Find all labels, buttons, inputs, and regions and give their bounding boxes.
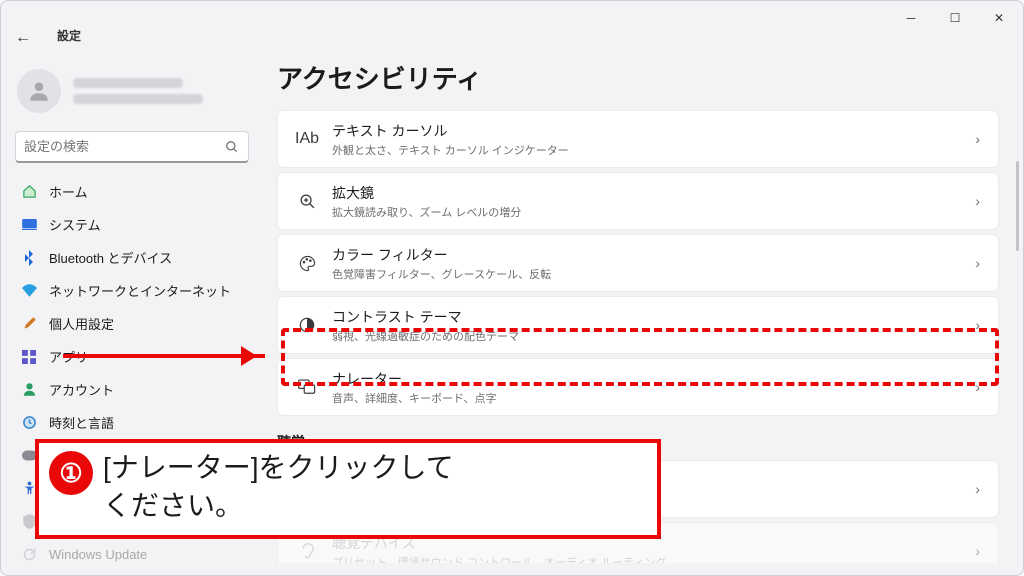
scrollbar[interactable]	[1016, 161, 1019, 251]
user-block[interactable]	[7, 55, 257, 129]
nav-label: Windows Update	[49, 547, 147, 562]
nav-system[interactable]: システム	[7, 208, 257, 241]
maximize-button[interactable]: ☐	[933, 3, 977, 33]
app-title: 設定	[57, 27, 81, 44]
nav-label: Bluetooth とデバイス	[49, 248, 172, 267]
row-title: 拡大鏡	[332, 183, 975, 203]
search-box[interactable]	[15, 131, 249, 163]
bluetooth-icon	[21, 250, 37, 266]
chevron-right-icon: ›	[975, 481, 980, 497]
clock-icon	[21, 415, 37, 431]
avatar	[17, 69, 61, 113]
row-title: コントラスト テーマ	[332, 307, 975, 327]
chevron-right-icon: ›	[975, 193, 980, 209]
nav-update[interactable]: Windows Update	[7, 538, 257, 571]
account-icon	[21, 382, 37, 398]
annotation-instruction: ① [ナレーター]をクリックして ください。	[35, 439, 661, 539]
row-narrator[interactable]: ナレーター音声、詳細度、キーボード、点字 ›	[277, 358, 999, 416]
step-number: ①	[49, 451, 93, 495]
nav-label: ネットワークとインターネット	[49, 281, 231, 300]
nav-label: ホーム	[49, 182, 88, 201]
chevron-right-icon: ›	[975, 255, 980, 271]
home-icon	[21, 184, 37, 200]
instruction-text: [ナレーター]をクリックして ください。	[103, 449, 454, 525]
system-icon	[21, 217, 37, 233]
minimize-button[interactable]: ─	[889, 3, 933, 33]
apps-icon	[21, 349, 37, 365]
row-sub: 色覚障害フィルター、グレースケール、反転	[332, 266, 975, 282]
chevron-right-icon: ›	[975, 379, 980, 395]
page-title: アクセシビリティ	[277, 59, 999, 96]
brush-icon	[21, 316, 37, 332]
chevron-right-icon: ›	[975, 543, 980, 559]
row-magnifier[interactable]: 拡大鏡拡大鏡読み取り、ズーム レベルの増分 ›	[277, 172, 999, 230]
contrast-icon	[296, 317, 318, 333]
user-name	[73, 78, 203, 104]
palette-icon	[296, 255, 318, 272]
magnifier-icon	[296, 193, 318, 210]
row-contrast[interactable]: コントラスト テーマ弱視、光線過敏症のための配色テーマ ›	[277, 296, 999, 354]
nav-label: システム	[49, 215, 101, 234]
nav-bluetooth[interactable]: Bluetooth とデバイス	[7, 241, 257, 274]
row-title: ナレーター	[332, 369, 975, 389]
nav-time[interactable]: 時刻と言語	[7, 406, 257, 439]
nav-label: アカウント	[49, 380, 114, 399]
chevron-right-icon: ›	[975, 317, 980, 333]
row-sub: 音声、詳細度、キーボード、点字	[332, 390, 975, 406]
row-sub: 弱視、光線過敏症のための配色テーマ	[332, 328, 975, 344]
nav-account[interactable]: アカウント	[7, 373, 257, 406]
search-icon	[224, 139, 240, 155]
back-button[interactable]: ←	[15, 29, 31, 47]
close-button[interactable]: ✕	[977, 3, 1021, 33]
nav-home[interactable]: ホーム	[7, 175, 257, 208]
row-color-filter[interactable]: カラー フィルター色覚障害フィルター、グレースケール、反転 ›	[277, 234, 999, 292]
narrator-icon	[296, 379, 318, 395]
ear-icon	[296, 543, 318, 560]
row-sub: プリセット、環境サウンド コントロール、オーディオ ルーティング	[332, 554, 975, 564]
row-title: テキスト カーソル	[332, 121, 975, 141]
search-input[interactable]	[24, 139, 204, 154]
nav-label: 時刻と言語	[49, 413, 114, 432]
row-title: カラー フィルター	[332, 245, 975, 265]
nav-label: 個人用設定	[49, 314, 114, 333]
row-sub: 拡大鏡読み取り、ズーム レベルの増分	[332, 204, 975, 220]
cursor-icon: IAb	[296, 130, 318, 148]
nav-personal[interactable]: 個人用設定	[7, 307, 257, 340]
update-icon	[21, 547, 37, 563]
nav-network[interactable]: ネットワークとインターネット	[7, 274, 257, 307]
network-icon	[21, 283, 37, 299]
row-sub: 外観と太さ、テキスト カーソル インジケーター	[332, 142, 975, 158]
row-text-cursor[interactable]: IAb テキスト カーソル外観と太さ、テキスト カーソル インジケーター ›	[277, 110, 999, 168]
annotation-arrow	[63, 354, 265, 358]
chevron-right-icon: ›	[975, 131, 980, 147]
